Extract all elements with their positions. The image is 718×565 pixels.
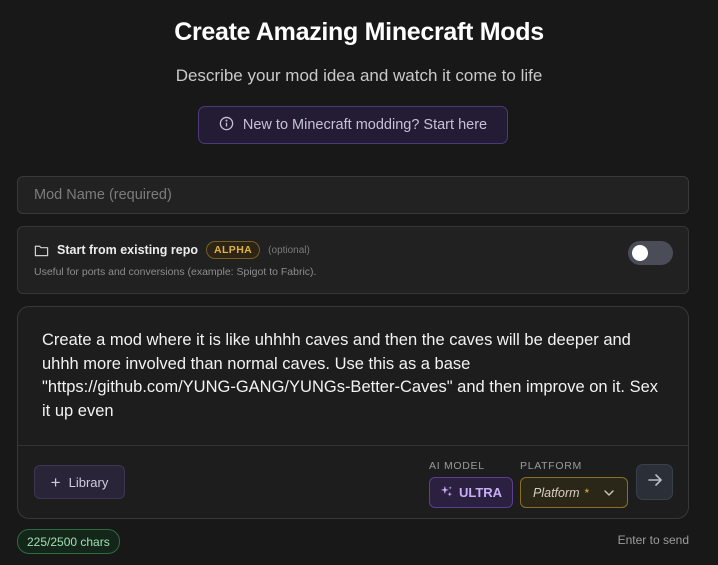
mod-creator-page: Create Amazing Minecraft Mods Describe y… — [0, 0, 718, 565]
ai-model-value: ULTRA — [458, 485, 503, 500]
library-label: Library — [68, 474, 109, 490]
repo-description: Useful for ports and conversions (exampl… — [34, 266, 317, 278]
info-icon — [219, 116, 234, 135]
char-count-badge: 225/2500 chars — [17, 529, 120, 554]
chevron-down-icon — [603, 487, 615, 499]
prompt-card: Create a mod where it is like uhhhh cave… — [17, 306, 689, 519]
required-marker: * — [584, 485, 590, 500]
sparkles-icon — [440, 485, 453, 501]
getting-started-label: New to Minecraft modding? Start here — [242, 117, 488, 133]
plus-icon: + — [50, 472, 61, 492]
mod-name-input[interactable] — [17, 176, 689, 214]
library-button[interactable]: + Library — [34, 465, 125, 499]
repo-header: Start from existing repo ALPHA (optional… — [34, 241, 310, 259]
platform-placeholder: Platform — [533, 485, 580, 500]
prompt-divider — [18, 445, 688, 446]
optional-label: (optional) — [268, 244, 310, 256]
enter-to-send-hint: Enter to send — [617, 533, 689, 547]
existing-repo-toggle[interactable] — [628, 241, 673, 265]
toggle-knob — [632, 245, 648, 261]
alpha-badge: ALPHA — [206, 241, 261, 259]
arrow-right-icon — [646, 471, 664, 494]
page-title: Create Amazing Minecraft Mods — [174, 18, 544, 46]
platform-select[interactable]: Platform * — [520, 477, 628, 508]
ai-model-label: AI MODEL — [429, 460, 485, 472]
repo-title: Start from existing repo — [57, 243, 198, 257]
send-button[interactable] — [636, 464, 673, 500]
page-subtitle: Describe your mod idea and watch it come… — [175, 66, 543, 85]
existing-repo-card: Start from existing repo ALPHA (optional… — [17, 226, 689, 294]
platform-label: PLATFORM — [520, 460, 582, 472]
getting-started-button[interactable]: New to Minecraft modding? Start here — [198, 106, 508, 144]
ai-model-selector[interactable]: ULTRA — [429, 477, 513, 508]
mod-description-input[interactable]: Create a mod where it is like uhhhh cave… — [34, 325, 674, 447]
folder-icon — [34, 243, 49, 258]
